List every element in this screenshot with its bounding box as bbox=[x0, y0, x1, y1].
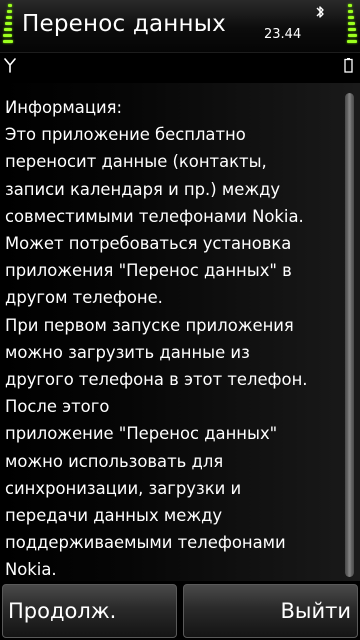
continue-button-label: Продолж. bbox=[8, 599, 117, 623]
signal-strength-icon bbox=[3, 4, 13, 48]
status-strip bbox=[0, 53, 360, 83]
exit-button-label: Выйти bbox=[280, 599, 351, 623]
battery-icon bbox=[344, 58, 353, 73]
clock: 23.44 bbox=[264, 27, 302, 42]
continue-button[interactable]: Продолж. bbox=[2, 584, 177, 638]
battery-level-icon bbox=[347, 4, 357, 48]
softkey-bar: Продолж. Выйти bbox=[0, 581, 360, 640]
bluetooth-icon bbox=[316, 6, 324, 18]
scrollbar[interactable] bbox=[343, 93, 356, 577]
exit-button[interactable]: Выйти bbox=[183, 584, 358, 638]
antenna-icon bbox=[4, 58, 16, 73]
title-bar: Перенос данных 23.44 bbox=[0, 0, 360, 53]
scroll-thumb[interactable] bbox=[345, 93, 354, 577]
app-title: Перенос данных bbox=[22, 11, 226, 37]
info-message: Информация: Это приложение бесплатно пер… bbox=[5, 98, 308, 580]
dialog-content: Информация: Это приложение бесплатно пер… bbox=[0, 83, 360, 581]
